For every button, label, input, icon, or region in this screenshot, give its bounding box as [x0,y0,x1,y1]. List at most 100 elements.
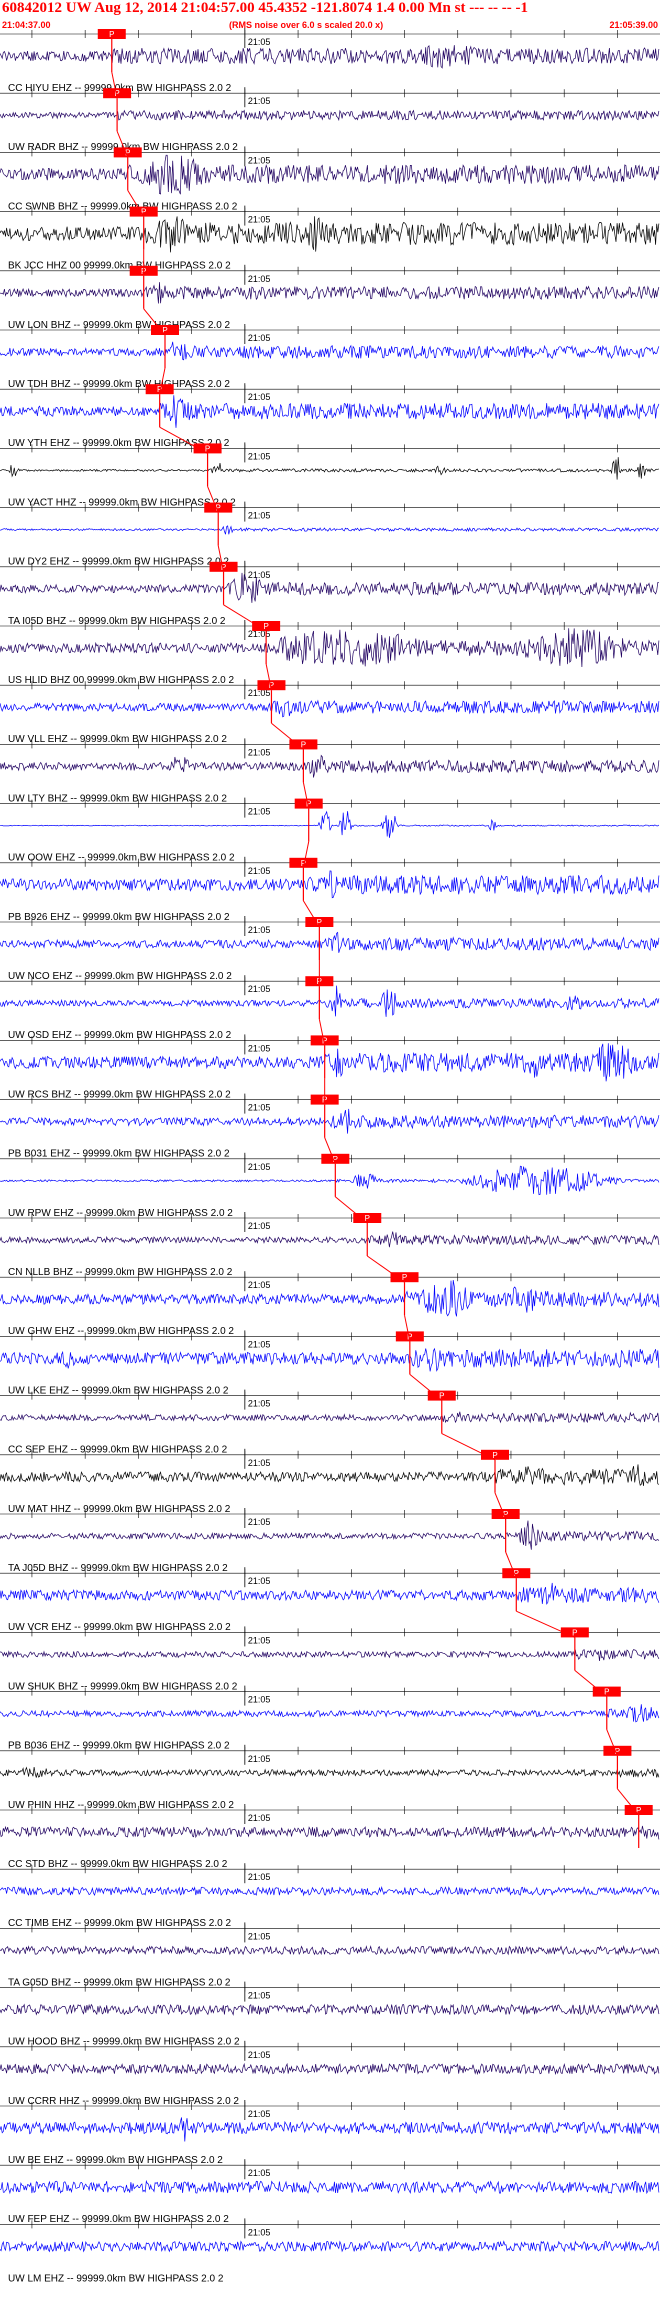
moveout-line [271,722,304,750]
trace-label: UW DY2 EHZ -- 99999.0km BW HIGHPASS 2.0 … [8,557,229,568]
waveform-trace [0,1648,660,1662]
minute-tick-label: 21:05 [248,274,271,284]
minute-tick-label: 21:05 [248,1635,271,1645]
waveform-trace [0,282,660,304]
trace-label: UW LTY BHZ -- 99999.0km BW HIGHPASS 2.0 … [8,793,227,804]
waveform-trace [0,754,660,778]
trace-label: UW LON BHZ -- 99999.0km BW HIGHPASS 2.0 … [8,320,231,331]
trace-label: UW OOW EHZ -- 99999.0km BW HIGHPASS 2.0 … [8,853,235,864]
waveform-trace [0,572,659,603]
trace-label: UW NCO EHZ -- 99999.0km BW HIGHPASS 2.0 … [8,971,232,982]
minute-tick-label: 21:05 [248,451,271,461]
waveform-trace [0,1520,660,1550]
pick-label: P [141,208,146,217]
minute-tick-label: 21:05 [248,2168,271,2178]
trace-label: UW GHW EHZ -- 99999.0km BW HIGHPASS 2.0 … [8,1326,234,1337]
minute-tick-label: 21:05 [248,1517,271,1527]
minute-tick-label: 21:05 [248,2227,271,2237]
waveform-trace [0,628,660,668]
minute-tick-label: 21:05 [248,1695,271,1705]
waveform-trace [0,1704,660,1723]
waveform-trace [0,109,660,122]
waveform-trace [0,699,660,718]
trace-label: PB B031 EHZ -- 99999.0km BW HIGHPASS 2.0… [8,1149,230,1160]
waveform-trace [0,341,660,361]
minute-tick-label: 21:05 [248,1872,271,1882]
waveform-trace [0,2062,660,2076]
trace-label: CN NLLB BHZ -- 99999.0km BW HIGHPASS 2.0… [8,1267,233,1278]
waveform-trace [0,154,660,195]
minute-tick-label: 21:05 [248,1754,271,1764]
trace-label: UW RCS BHZ -- 99999.0km BW HIGHPASS 2.0 … [8,1089,231,1100]
moveout-line [574,1670,608,1697]
trace-label: UW CCRR HHZ -- 99999.0km BW HIGHPASS 2.0… [8,2096,239,2107]
waveform-trace [0,457,660,480]
trace-label: UW RPW EHZ -- 99999.0km BW HIGHPASS 2.0 … [8,1208,233,1219]
waveform-trace [0,2240,660,2253]
minute-tick-label: 21:05 [248,1162,271,1172]
trace-label: PB B036 EHZ -- 99999.0km BW HIGHPASS 2.0… [8,1741,230,1752]
trace-label: CC SWNB BHZ -- 99999.0km BW HIGHPASS 2.0… [8,201,238,212]
trace-label: UW PHIN HHZ -- 99999.0km BW HIGHPASS 2.0… [8,1800,234,1811]
minute-tick-label: 21:05 [248,2109,271,2119]
trace-label: UW BE EHZ -- 99999.0km BW HIGHPASS 2.0 2 [8,2155,223,2166]
trace-label: UW HOOD BHZ -- 99999.0km BW HIGHPASS 2.0… [8,2037,240,2048]
waveform-trace [0,1108,660,1134]
minute-tick-label: 21:05 [248,2050,271,2060]
minute-tick-label: 21:05 [248,155,271,165]
trace-label: TA G05D BHZ -- 99999.0km BW HIGHPASS 2.0… [8,1977,231,1988]
minute-tick-label: 21:05 [248,866,271,876]
waveform-trace [0,1464,660,1486]
waveform-trace [0,2179,660,2195]
trace-label: PB B926 EHZ -- 99999.0km BW HIGHPASS 2.0… [8,912,230,923]
trace-label: UW LKE EHZ -- 99999.0km BW HIGHPASS 2.0 … [8,1385,229,1396]
waveform-trace [0,1043,660,1082]
minute-tick-label: 21:05 [248,392,271,402]
minute-tick-label: 21:05 [248,925,271,935]
waveform-trace [0,870,660,899]
minute-tick-label: 21:05 [248,1221,271,1231]
minute-tick-label: 21:05 [248,1399,271,1409]
minute-tick-label: 21:05 [248,1043,271,1053]
minute-tick-label: 21:05 [248,215,271,225]
minute-tick-label: 21:05 [248,1991,271,2001]
trace-label: UW FEP EHZ -- 99999.0km BW HIGHPASS 2.0 … [8,2214,229,2225]
minute-tick-label: 21:05 [248,807,271,817]
waveform-trace [0,2003,660,2016]
trace-label: CC STD BHZ -- 99999.0km BW HIGHPASS 2.0 … [8,1859,228,1870]
waveform-trace [0,395,660,428]
minute-tick-label: 21:05 [248,1458,271,1468]
waveform-trace [0,44,660,69]
trace-label: UW VCR EHZ -- 99999.0km BW HIGHPASS 2.0 … [8,1622,231,1633]
waveform-trace [0,1945,660,1956]
minute-tick-label: 21:05 [248,984,271,994]
minute-tick-label: 21:05 [248,1103,271,1113]
trace-label: UW OSD EHZ -- 99999.0km BW HIGHPASS 2.0 … [8,1030,232,1041]
minute-tick-label: 21:05 [248,96,271,106]
moveout-line [366,1255,405,1283]
moveout-line [441,1433,496,1461]
trace-label: UW LM EHZ -- 99999.0km BW HIGHPASS 2.0 2 [8,2273,224,2284]
minute-tick-label: 21:05 [248,511,271,521]
moveout-line [409,1374,443,1401]
minute-tick-label: 21:05 [248,570,271,580]
trace-label: BK JCC HHZ 00 99999.0km BW HIGHPASS 2.0 … [8,261,231,272]
trace-label: UW VLL EHZ -- 99999.0km BW HIGHPASS 2.0 … [8,734,227,745]
trace-label: UW SHUK BHZ -- 99999.0km BW HIGHPASS 2.0… [8,1681,238,1692]
waveform-trace [0,1825,660,1840]
waveform-trace [0,1766,660,1778]
trace-label: UW YACT HHZ -- 99999.0km BW HIGHPASS 2.0… [8,497,236,508]
pick-label: P [636,1806,641,1815]
minute-tick-label: 21:05 [248,1576,271,1586]
waveform-trace [0,1347,660,1372]
pick-label: P [317,918,322,927]
waveform-trace [0,810,660,838]
minute-tick-label: 21:05 [248,747,271,757]
minute-tick-label: 21:05 [248,1280,271,1290]
minute-tick-label: 21:05 [248,37,271,47]
pick-label: P [162,326,167,335]
moveout-line [516,1610,576,1638]
minute-tick-label: 21:05 [248,1931,271,1941]
pick-label: P [109,30,114,39]
minute-tick-label: 21:05 [248,333,271,343]
